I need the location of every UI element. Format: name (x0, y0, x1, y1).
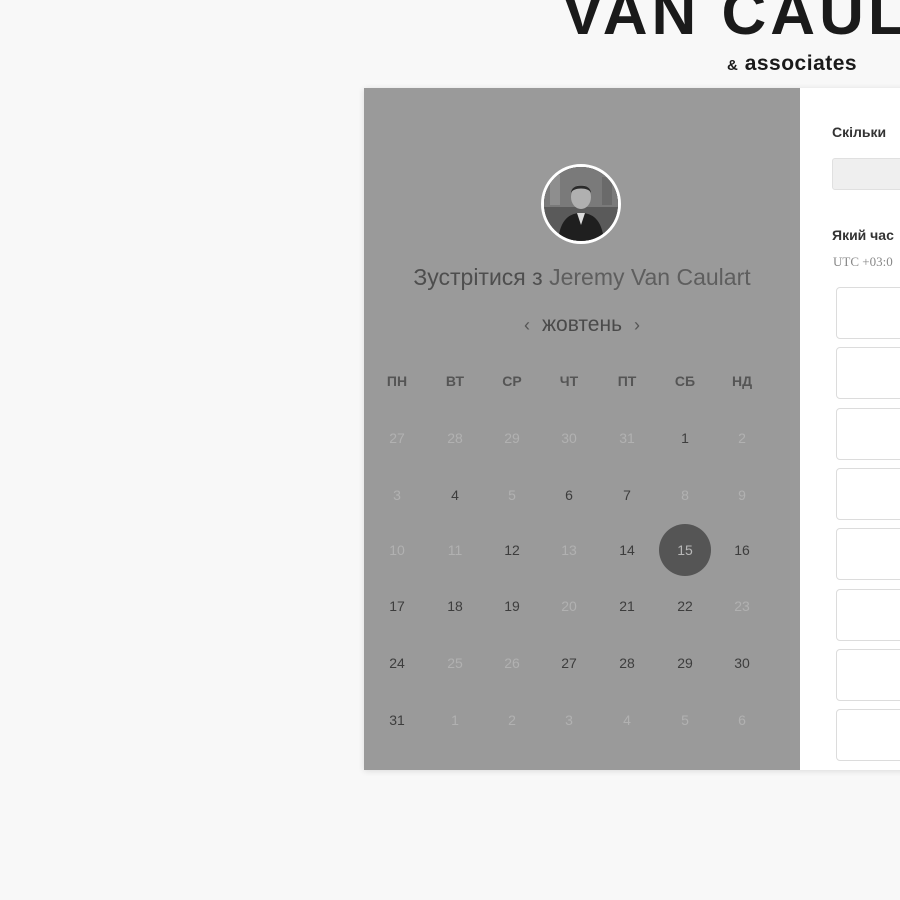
month-navigator: ‹ жовтень › (364, 313, 800, 337)
chevron-right-icon[interactable]: › (624, 315, 650, 336)
calendar-day-selected[interactable]: 15 (659, 524, 711, 576)
host-name: Jeremy Van Caulart (549, 264, 751, 290)
calendar-day-available[interactable]: 4 (435, 483, 475, 507)
calendar-day-unavailable: 5 (508, 487, 516, 503)
calendar-day-unavailable: 31 (619, 430, 635, 446)
weekday-label: ЧТ (559, 373, 579, 389)
calendar-day-available[interactable]: 14 (607, 538, 647, 562)
calendar-day-unavailable: 3 (565, 712, 573, 728)
calendar-day-unavailable: 9 (738, 487, 746, 503)
calendar-day-available[interactable]: 28 (607, 651, 647, 675)
duration-label: Скільки (832, 124, 887, 140)
calendar-day-available[interactable]: 29 (665, 651, 705, 675)
calendar-day-unavailable: 11 (447, 542, 463, 558)
weekday-label: СР (502, 373, 522, 389)
time-panel: Скільки Який час UTC +03:0 (800, 88, 900, 770)
calendar-day-available[interactable]: 30 (722, 651, 762, 675)
calendar-day-unavailable: 28 (447, 430, 463, 446)
calendar-day-unavailable: 8 (681, 487, 689, 503)
booking-widget: Зустрітися з Jeremy Van Caulart ‹ жовтен… (364, 88, 900, 770)
timezone-label[interactable]: UTC +03:0 (833, 254, 893, 270)
calendar-day-unavailable: 29 (504, 430, 520, 446)
calendar-day-available[interactable]: 21 (607, 594, 647, 618)
calendar-day-unavailable: 30 (561, 430, 577, 446)
weekday-label: СБ (674, 373, 696, 389)
brand-tagline: & associates (727, 52, 857, 76)
duration-select[interactable] (832, 158, 900, 190)
calendar-day-unavailable: 26 (504, 655, 520, 671)
brand-tagline-text: associates (744, 52, 858, 75)
calendar-day-unavailable: 10 (389, 542, 405, 558)
current-month: жовтень (541, 313, 623, 336)
meeting-title: Зустрітися з Jeremy Van Caulart (364, 264, 800, 291)
calendar-day-available[interactable]: 17 (377, 594, 417, 618)
calendar-day-unavailable: 5 (681, 712, 689, 728)
calendar-day-unavailable: 23 (734, 598, 750, 614)
weekday-label: НД (731, 373, 753, 389)
chevron-left-icon[interactable]: ‹ (514, 315, 540, 336)
calendar-day-available[interactable]: 27 (549, 651, 589, 675)
calendar-day-available[interactable]: 22 (665, 594, 705, 618)
calendar-day-unavailable: 20 (561, 598, 577, 614)
calendar-day-available[interactable]: 7 (607, 483, 647, 507)
calendar-day-unavailable: 25 (447, 655, 463, 671)
time-label: Який час (832, 227, 894, 243)
time-slot-button[interactable] (836, 467, 900, 520)
time-slot-button[interactable] (836, 588, 900, 641)
time-slot-button[interactable] (836, 648, 900, 701)
calendar-day-available[interactable]: 12 (492, 538, 532, 562)
calendar-day-unavailable: 2 (738, 430, 746, 446)
calendar-day-unavailable: 2 (508, 712, 516, 728)
time-slot-button[interactable] (836, 287, 900, 339)
calendar-day-available[interactable]: 24 (377, 651, 417, 675)
calendar-day-available[interactable]: 19 (492, 594, 532, 618)
calendar-day-available[interactable]: 16 (722, 538, 762, 562)
weekday-label: ВТ (445, 373, 465, 389)
weekday-label: ПТ (617, 373, 637, 389)
calendar-day-available[interactable]: 6 (549, 483, 589, 507)
calendar-day-available[interactable]: 1 (665, 426, 705, 450)
calendar-day-available[interactable]: 18 (435, 594, 475, 618)
time-slot-button[interactable] (836, 528, 900, 581)
brand-ampersand: & (727, 57, 739, 74)
calendar-day-unavailable: 6 (738, 712, 746, 728)
calendar-panel: Зустрітися з Jeremy Van Caulart ‹ жовтен… (364, 88, 800, 770)
calendar-day-unavailable: 1 (451, 712, 459, 728)
calendar-day-unavailable: 27 (389, 430, 405, 446)
calendar-day-unavailable: 13 (561, 542, 577, 558)
time-slot-button[interactable] (836, 407, 900, 460)
brand-logo: VAN CAUL (562, 0, 900, 48)
calendar-day-available[interactable]: 31 (377, 708, 417, 732)
weekday-label: ПН (386, 373, 408, 389)
host-avatar (541, 164, 621, 244)
time-slot-button[interactable] (836, 347, 900, 400)
meeting-title-prefix: Зустрітися з (413, 264, 543, 290)
time-slot-button[interactable] (836, 709, 900, 762)
calendar-day-unavailable: 3 (393, 487, 401, 503)
calendar-day-unavailable: 4 (623, 712, 631, 728)
